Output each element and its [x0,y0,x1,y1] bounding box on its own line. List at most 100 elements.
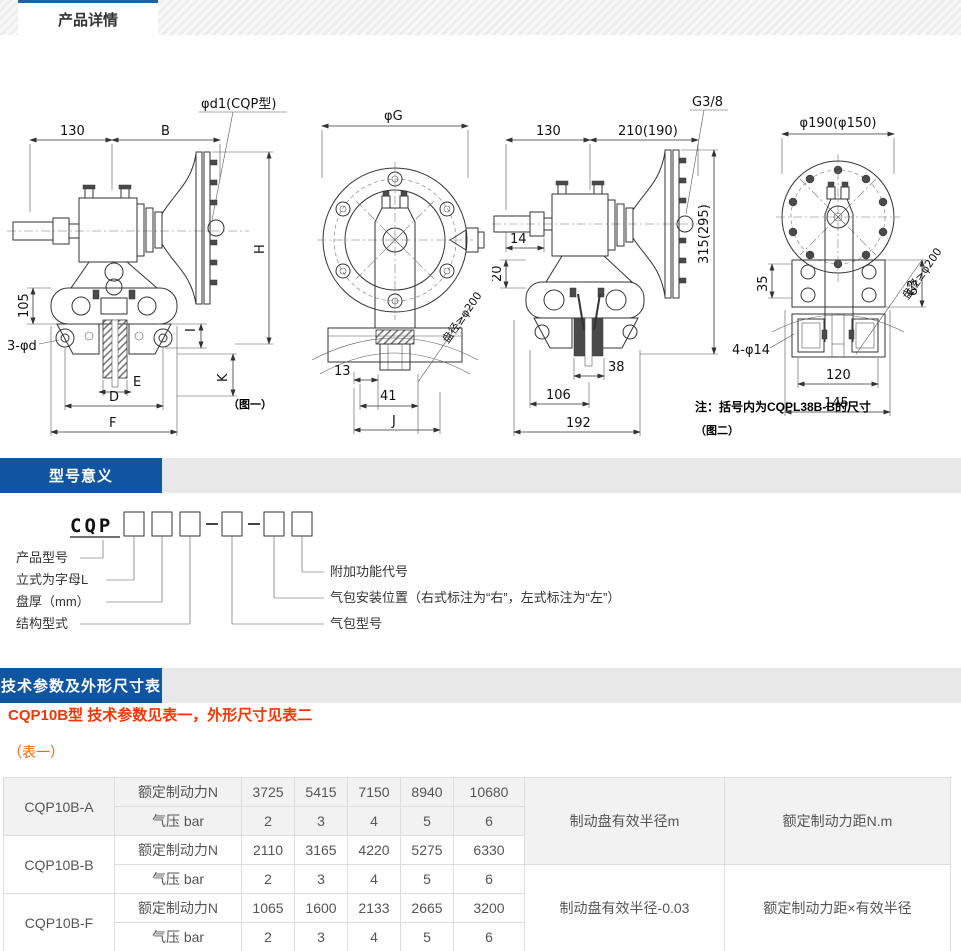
value-cell: 3 [295,865,348,894]
radius-formula-cell: 制动盘有效半径-0.03 [525,865,725,951]
dim-E: E [133,375,141,390]
radius-header-cell: 制动盘有效半径m [525,778,725,865]
tech-intro-rest: 技术参数见表一，外形尺寸见表二 [83,707,312,724]
dim-20: 20 [492,265,505,282]
value-cell: 5 [401,807,454,836]
value-cell: 5415 [295,778,348,807]
model-cell: CQP10B-F [4,894,115,951]
dim-13: 13 [334,364,351,379]
value-cell: 1600 [295,894,348,923]
dim-192: 192 [566,416,591,431]
page-title: 产品详情 [58,9,118,30]
dim-H: H [253,244,268,254]
torque-formula-cell: 额定制动力距×有效半径 [725,865,951,951]
value-cell: 3725 [242,778,295,807]
drawing-front-view-2: φ190(φ150) 35 [732,92,960,437]
dim-210: 210(190) [618,124,678,139]
model-label-structure: 结构型式 [16,616,68,631]
model-cell: CQP10B-A [4,778,115,836]
dim-105: 105 [17,293,32,318]
value-cell: 1065 [242,894,295,923]
param-label: 气压 bar [115,807,242,836]
param-label: 额定制动力N [115,894,242,923]
dim-35: 35 [756,275,771,292]
model-label-extra-function: 附加功能代号 [330,564,408,579]
value-cell: 2110 [242,836,295,865]
dim-41: 41 [380,389,397,404]
param-label: 额定制动力N [115,836,242,865]
model-cell: CQP10B-B [4,836,115,894]
tech-params-table: CQP10B-A 额定制动力N 3725 5415 7150 8940 1068… [3,777,951,951]
section-title-model-meaning: 型号意义 [0,458,162,493]
value-cell: 2 [242,923,295,951]
value-cell: 3165 [295,836,348,865]
drawing-front-view-1: φG [300,92,490,437]
dim-phi190: φ190(φ150) [800,116,877,131]
torque-header-cell: 额定制动力距N.m [725,778,951,865]
value-cell: 4220 [348,836,401,865]
dim-130: 130 [536,124,561,139]
value-cell: 2 [242,807,295,836]
param-label: 气压 bar [115,923,242,951]
model-prefix: CQP [70,515,113,537]
dim-38: 38 [608,360,625,375]
param-label: 气压 bar [115,865,242,894]
value-cell: 4 [348,923,401,951]
value-cell: 6 [454,923,525,951]
dim-g38: G3/8 [692,95,723,110]
value-cell: 6 [454,865,525,894]
dim-14: 14 [510,232,527,247]
dim-3phid: 3-φd [7,339,37,354]
page-title-tab: 产品详情 [18,0,158,35]
dim-130: 130 [60,124,85,139]
table-row: CQP10B-A 额定制动力N 3725 5415 7150 8940 1068… [4,778,951,807]
value-cell: 2133 [348,894,401,923]
value-cell: 5 [401,865,454,894]
dim-4phi14: 4-φ14 [732,343,770,358]
value-cell: 3200 [454,894,525,923]
section-bar-tech-params: 技术参数及外形尺寸表 [0,668,961,703]
param-label: 额定制动力N [115,778,242,807]
model-label-vertical: 立式为字母L [16,572,88,587]
dim-120: 120 [826,368,851,383]
drawing-note: 注：括号内为CQPL38B-B的尺寸 [695,398,871,415]
value-cell: 4 [348,807,401,836]
value-cell: 8940 [401,778,454,807]
section-bar-model-meaning: 型号意义 [0,458,961,493]
value-cell: 7150 [348,778,401,807]
value-cell: 10680 [454,778,525,807]
drawing-side-view-2: 130 210(190) G3/8 315 [492,92,730,437]
tech-intro-model: CQP10B型 [8,707,83,724]
dim-phiG: φG [384,109,403,124]
dim-J: J [391,414,396,429]
value-cell: 2665 [401,894,454,923]
dim-phid1: φd1(CQP型) [201,97,276,112]
page-header: 产品详情 [0,0,961,35]
value-cell: 3 [295,807,348,836]
table-one-label: （表一） [8,742,64,762]
dim-F: F [109,416,116,431]
model-number-diagram: CQP 产品型号 立式为字母L 盘厚（mm） 结构型式 附加功能代号 气包安装位… [8,500,768,650]
tech-intro: CQP10B型 技术参数见表一，外形尺寸见表二 [8,704,312,725]
section-title-tech-params: 技术参数及外形尺寸表 [0,668,162,703]
product-detail-page: 产品详情 130 B φd1(CQP型) [0,0,961,951]
figure2-caption: （图二） [695,422,739,438]
model-label-airbag-position: 气包安装位置（右式标注为“右”，左式标注为“左”） [330,590,620,605]
figure1-caption: （图一） [228,396,272,412]
value-cell: 6330 [454,836,525,865]
dim-D: D [109,390,119,405]
model-label-airbag-model: 气包型号 [330,616,382,631]
dim-K: K [216,373,231,382]
model-label-disc-thickness: 盘厚（mm） [16,594,90,609]
value-cell: 6 [454,807,525,836]
dim-B: B [161,124,170,139]
value-cell: 5275 [401,836,454,865]
dim-106: 106 [546,388,571,403]
value-cell: 5 [401,923,454,951]
dim-I: I [184,328,199,332]
value-cell: 4 [348,865,401,894]
table-row: 气压 bar 2 3 4 5 6 制动盘有效半径-0.03 额定制动力距×有效半… [4,865,951,894]
technical-drawings: 130 B φd1(CQP型) [0,35,961,458]
drawing-side-view-1: 130 B φd1(CQP型) [5,92,295,437]
value-cell: 3 [295,923,348,951]
